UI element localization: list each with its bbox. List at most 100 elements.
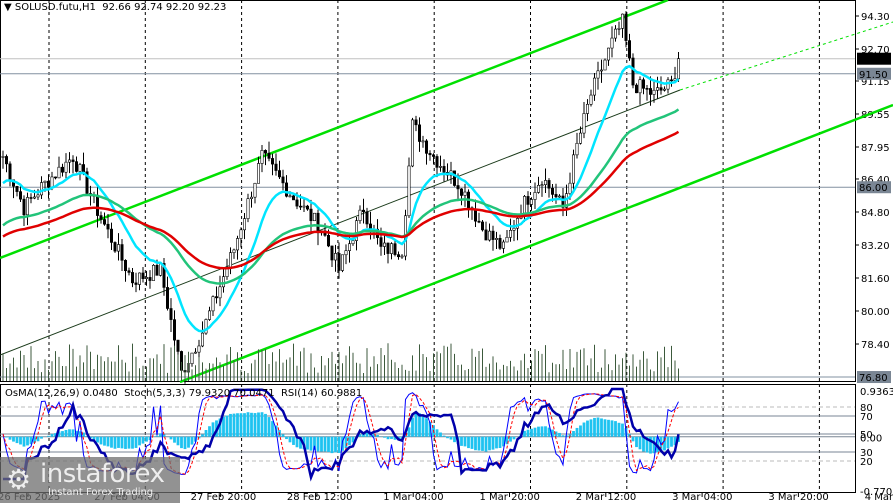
- candle: [120, 244, 124, 261]
- osma-bar: [425, 418, 428, 437]
- candle: [575, 142, 579, 156]
- osma-bar: [264, 413, 267, 437]
- candle: [407, 165, 411, 217]
- osma-bar: [134, 436, 138, 448]
- candle: [194, 351, 198, 354]
- candle: [5, 156, 9, 165]
- candle: [351, 240, 355, 245]
- candle: [571, 154, 575, 184]
- candle: [638, 79, 642, 94]
- osma-bar: [607, 419, 610, 437]
- price-level-label: 86.00: [859, 183, 888, 194]
- candle: [508, 230, 512, 238]
- candle: [169, 308, 173, 320]
- osma-bar: [124, 436, 127, 449]
- osma-bar: [138, 436, 141, 446]
- osma-bar: [323, 436, 327, 452]
- candle: [666, 79, 670, 90]
- watermark-tagline: Instant Forex Trading: [48, 487, 154, 498]
- candle: [417, 124, 421, 142]
- time-axis-label: 28 Feb 12:00: [287, 492, 353, 503]
- osma-bar: [526, 429, 530, 437]
- osma-bar: [561, 435, 565, 437]
- candle: [676, 58, 680, 80]
- candle: [288, 195, 292, 198]
- candle: [358, 209, 362, 222]
- osma-bar: [281, 434, 285, 437]
- candle: [124, 260, 128, 272]
- candle: [589, 94, 593, 105]
- osma-bar: [246, 412, 250, 437]
- osma-bar: [635, 436, 638, 448]
- gear-logo-icon: ⚙: [6, 463, 32, 496]
- osma-bar: [15, 436, 19, 444]
- osma-bar: [337, 436, 341, 453]
- candle: [103, 219, 107, 225]
- symbol-label: SOLUSD.futu,H1: [14, 2, 96, 13]
- candle: [400, 255, 404, 258]
- osma-bar: [222, 416, 225, 437]
- osma-bar: [435, 429, 439, 437]
- osma-bar: [670, 436, 673, 447]
- candle: [148, 277, 152, 281]
- price-level-label: 76.80: [859, 373, 888, 384]
- candle: [218, 286, 222, 299]
- osma-bar: [64, 429, 68, 437]
- candle: [113, 242, 117, 252]
- candle: [540, 184, 544, 186]
- candle: [190, 352, 194, 365]
- main-pane-frame: [0, 0, 856, 382]
- collapse-triangle-icon[interactable]: ▼: [4, 2, 15, 13]
- candle: [631, 57, 635, 86]
- osma-bar: [243, 413, 246, 437]
- candle: [389, 243, 393, 254]
- osma-bar: [201, 434, 204, 437]
- candle: [312, 212, 316, 222]
- osma-bar: [582, 422, 586, 437]
- candle: [75, 161, 79, 172]
- candle: [117, 244, 121, 252]
- candle: [428, 153, 432, 156]
- osma-bar: [232, 413, 236, 437]
- candle: [96, 194, 100, 216]
- candle: [239, 229, 243, 239]
- candle: [592, 77, 596, 96]
- osma-bar: [229, 413, 232, 437]
- osma-bar: [8, 436, 12, 440]
- candle: [340, 254, 344, 271]
- candle: [39, 182, 43, 196]
- candle: [578, 132, 582, 144]
- osma-bar: [334, 436, 337, 453]
- osma-bar: [414, 413, 418, 437]
- candle: [655, 87, 659, 91]
- candle: [480, 221, 484, 231]
- candle: [347, 243, 351, 251]
- candle: [281, 176, 285, 184]
- osma-bar: [600, 418, 603, 437]
- candle: [610, 37, 614, 49]
- candle: [421, 140, 425, 143]
- osma-bar: [131, 436, 134, 449]
- osma-bar: [127, 436, 131, 449]
- candle: [260, 150, 264, 164]
- time-axis-label: 3 Mar 20:00: [768, 492, 828, 503]
- indicator-axis-label: 0.00: [860, 434, 882, 445]
- price-chart[interactable]: 94.3092.7091.1589.5587.9586.4084.8083.20…: [0, 0, 893, 503]
- candle: [176, 339, 180, 352]
- close-value: 92.23: [197, 2, 227, 13]
- candle: [554, 194, 558, 198]
- osma-bar: [110, 436, 113, 448]
- candle: [526, 196, 530, 205]
- chart-window[interactable]: 94.30 92.70 91.15 89.55 87.95 86.40 84.80 83.20…: [0, 0, 893, 503]
- candle: [424, 140, 428, 154]
- candle: [452, 170, 456, 186]
- osma-bar: [498, 436, 502, 449]
- osma-bar: [267, 417, 271, 437]
- candle: [522, 196, 526, 216]
- osma-bar: [22, 436, 26, 447]
- candle: [659, 87, 663, 91]
- osma-bar: [68, 429, 71, 437]
- osma-bar: [558, 432, 561, 437]
- osma-bar: [488, 436, 491, 451]
- osma-bar: [642, 436, 645, 452]
